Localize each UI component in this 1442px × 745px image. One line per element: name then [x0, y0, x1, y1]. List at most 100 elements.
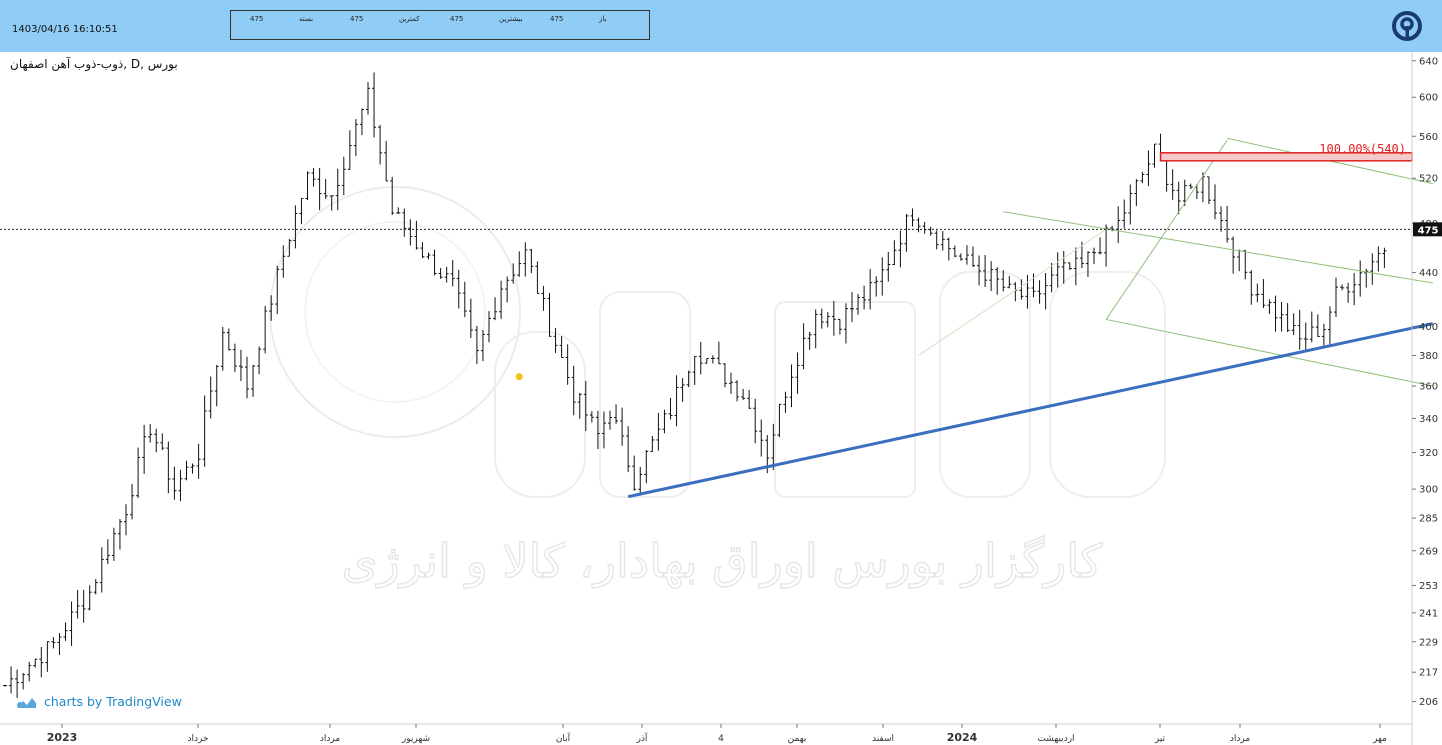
ohlc-bar: [238, 349, 243, 382]
tradingview-branding[interactable]: charts by TradingView: [14, 694, 182, 709]
ohlc-bar: [662, 409, 667, 434]
ohlc-bar: [589, 411, 594, 423]
price-tick-label: 300: [1419, 485, 1438, 496]
ohlc-bar: [626, 426, 631, 473]
ohlc-bar: [1346, 282, 1351, 303]
ohlc-bar: [886, 251, 891, 282]
ohlc-high-value: 475: [450, 15, 464, 23]
ohlc-bar: [601, 411, 606, 449]
drawing-overlays: 100.00%(540): [0, 137, 1434, 499]
ohlc-bar: [305, 171, 310, 201]
ohlc-bar: [1303, 322, 1308, 351]
ohlc-bar: [214, 364, 219, 407]
ohlc-bar: [160, 433, 165, 451]
ohlc-bar: [753, 398, 758, 444]
ohlc-bar: [529, 248, 534, 274]
ohlc-bar: [904, 213, 909, 252]
ohlc-bar: [1037, 280, 1042, 304]
ohlc-bar: [1085, 251, 1090, 278]
ohlc-bar: [777, 403, 782, 438]
ohlc-bar: [1231, 236, 1236, 274]
ohlc-bar: [33, 658, 38, 668]
ohlc-bar: [1140, 171, 1145, 184]
ohlc-bar: [874, 276, 879, 297]
time-tick-label: 2024: [947, 731, 978, 744]
price-tick-label: 380: [1419, 351, 1438, 362]
ohlc-bar: [178, 469, 183, 502]
ohlc-bar: [1279, 301, 1284, 332]
channel-upper-line: [1003, 211, 1433, 284]
ohlc-bar: [1352, 272, 1357, 306]
ohlc-bar: [154, 428, 159, 453]
ohlc-bar: [795, 352, 800, 394]
ohlc-bar: [341, 156, 346, 196]
ohlc-bar: [1273, 295, 1278, 332]
ohlc-bar: [632, 455, 637, 491]
ohlc-high-label: بیشترین: [499, 15, 523, 23]
datetime-label: 1403/04/16 16:10:51: [12, 24, 118, 35]
ohlc-bar: [468, 298, 473, 339]
ohlc-bar: [378, 124, 383, 165]
time-axis[interactable]: 2023 خرداد مرداد شهریور آبان آذر 4 بهمن اسفند 202…: [0, 723, 1412, 744]
ohlc-bar: [638, 466, 643, 496]
ohlc-bar: [39, 646, 44, 678]
ohlc-bar: [620, 407, 625, 446]
ohlc-bar: [934, 230, 939, 250]
ohlc-bar: [505, 276, 510, 303]
ohlc-bar: [142, 424, 147, 474]
ohlc-bar: [553, 327, 558, 353]
time-tick-label: 4: [718, 734, 724, 744]
ohlc-bar: [1092, 247, 1096, 265]
ohlc-bar: [1146, 150, 1151, 186]
price-chart[interactable]: کارگزار بورس اوراق بهادار، کالا و انرژی …: [0, 52, 1442, 745]
ohlc-bar: [535, 261, 540, 295]
time-tick-label: مرداد: [1230, 734, 1250, 744]
ohlc-low-value: 475: [350, 15, 364, 23]
ohlc-bar: [1297, 310, 1302, 350]
ohlc-bar: [359, 108, 364, 136]
event-marker: [515, 373, 523, 381]
ohlc-bar: [862, 285, 867, 310]
price-tick-label: 241: [1419, 608, 1438, 619]
ohlc-bar: [323, 178, 328, 199]
ohlc-bar: [63, 622, 68, 641]
impulse-line-secondary: [918, 228, 1107, 356]
ohlc-bar: [390, 176, 395, 216]
ohlc-bar: [571, 365, 576, 416]
ohlc-bar: [384, 140, 389, 182]
ohlc-bar: [1249, 270, 1254, 305]
ohlc-bar: [366, 82, 370, 115]
ohlc-bar: [674, 375, 679, 427]
tsetmc-logo-icon[interactable]: [1391, 10, 1423, 42]
ohlc-bar: [971, 246, 975, 267]
ohlc-bar: [311, 167, 316, 187]
time-tick-label: شهریور: [401, 734, 430, 744]
ohlc-bar: [184, 460, 189, 481]
time-tick-label: اردیبهشت: [1037, 734, 1074, 744]
ohlc-bar: [608, 410, 612, 430]
ohlc-bar: [541, 285, 546, 311]
time-tick-label: تیر: [1154, 734, 1166, 744]
ohlc-bar: [1267, 299, 1272, 314]
tradingview-branding-text: charts by TradingView: [44, 694, 182, 709]
ohlc-bar: [1321, 323, 1326, 347]
price-tick-label: 520: [1419, 174, 1438, 185]
price-tick-label: 400: [1419, 322, 1438, 333]
ohlc-bar: [680, 378, 685, 402]
ohlc-bar: [880, 257, 885, 296]
ohlc-bar: [372, 72, 377, 138]
ohlc-bar: [420, 242, 425, 259]
ohlc-bar: [801, 323, 806, 370]
ohlc-bar: [892, 240, 897, 266]
ohlc-bar: [910, 208, 915, 227]
ohlc-bar: [51, 637, 56, 649]
ohlc-bar: [281, 245, 286, 278]
ohlc-bar: [523, 242, 528, 277]
ohlc-bar: [729, 372, 733, 394]
ohlc-close-label: بسته: [299, 15, 314, 23]
ohlc-bar: [747, 389, 752, 409]
ohlc-bar: [783, 391, 788, 414]
ohlc-bar: [922, 221, 927, 234]
ohlc-bar: [148, 424, 153, 443]
price-axis[interactable]: 206 217 229 241 253 269 285 300 320 340 360 380 400 4…: [1411, 52, 1442, 745]
